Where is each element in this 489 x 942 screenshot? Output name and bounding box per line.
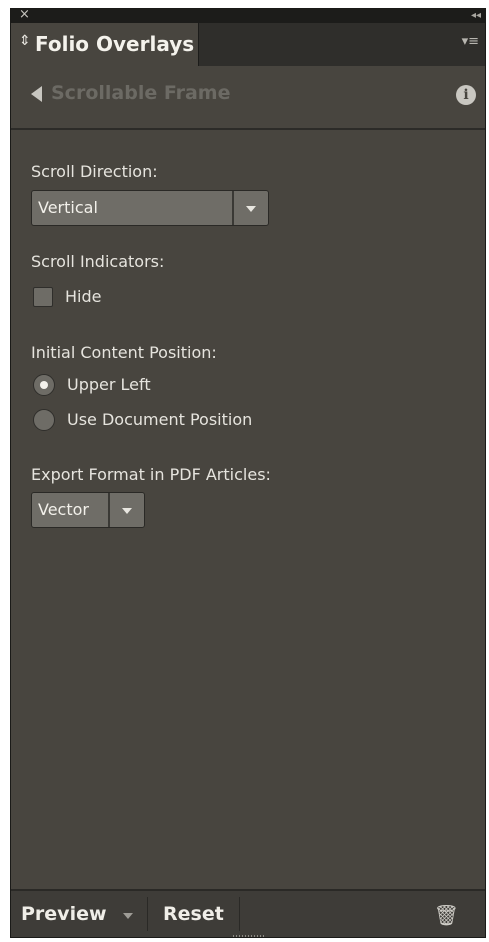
- initial-position-label: Initial Content Position:: [31, 343, 217, 362]
- collapse-icon[interactable]: ◂◂: [471, 9, 481, 24]
- scroll-direction-dropdown-button[interactable]: [232, 191, 268, 225]
- hide-checkbox[interactable]: [33, 287, 53, 307]
- overlay-subheader: Scrollable Frame i: [11, 66, 485, 130]
- tab-strip: ⇕ Folio Overlays ▾≡: [11, 23, 485, 66]
- radio-selected-dot: [40, 381, 48, 389]
- panel-titlebar: × ◂◂: [11, 9, 485, 23]
- scroll-direction-value: Vertical: [38, 198, 98, 217]
- panel-menu-icon[interactable]: ▾≡: [462, 34, 479, 49]
- preview-button[interactable]: Preview: [11, 891, 149, 937]
- folio-overlays-panel: × ◂◂ ⇕ Folio Overlays ▾≡ Scrollable Fram…: [10, 8, 486, 938]
- trash-icon[interactable]: 🗑: [434, 903, 459, 927]
- export-format-dropdown[interactable]: Vector: [31, 492, 145, 528]
- chevron-down-icon: [246, 206, 256, 212]
- reset-button[interactable]: Reset: [163, 903, 224, 925]
- back-arrow-icon[interactable]: [31, 86, 42, 102]
- overlay-type-title: Scrollable Frame: [51, 82, 231, 104]
- scroll-direction-label: Scroll Direction:: [31, 162, 158, 181]
- footer-divider: [147, 897, 148, 931]
- upper-left-label[interactable]: Upper Left: [67, 375, 151, 394]
- use-document-position-label[interactable]: Use Document Position: [67, 410, 252, 429]
- resize-grip-icon[interactable]: [233, 935, 265, 937]
- chevron-down-icon[interactable]: [123, 913, 133, 919]
- hide-label[interactable]: Hide: [65, 287, 101, 306]
- radio-use-document-position[interactable]: [33, 409, 55, 431]
- radio-upper-left[interactable]: [33, 374, 55, 396]
- tab-folio-overlays[interactable]: ⇕ Folio Overlays: [11, 23, 199, 66]
- preview-label: Preview: [21, 903, 107, 925]
- reorder-arrows-icon: ⇕: [19, 33, 31, 49]
- close-icon[interactable]: ×: [19, 9, 30, 23]
- scroll-indicators-label: Scroll Indicators:: [31, 252, 165, 271]
- tab-title: Folio Overlays: [35, 32, 195, 56]
- export-format-dropdown-button[interactable]: [108, 493, 144, 527]
- info-icon[interactable]: i: [456, 85, 476, 105]
- scroll-direction-dropdown[interactable]: Vertical: [31, 190, 269, 226]
- export-format-label: Export Format in PDF Articles:: [31, 465, 271, 484]
- footer-divider: [239, 897, 240, 931]
- panel-footer: Preview Reset 🗑: [11, 889, 485, 937]
- export-format-value: Vector: [38, 500, 89, 519]
- chevron-down-icon: [122, 508, 132, 514]
